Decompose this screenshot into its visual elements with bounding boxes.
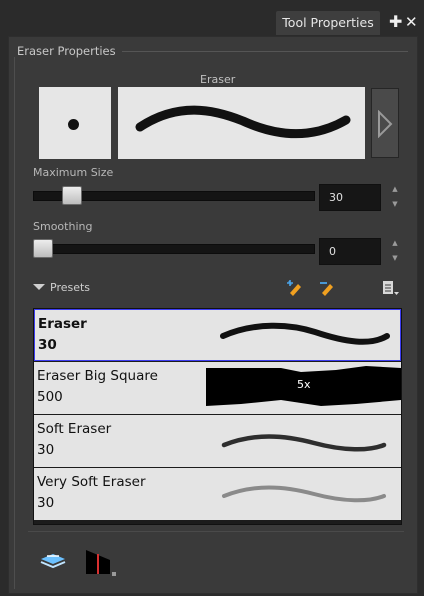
smoothing-slider[interactable] xyxy=(33,244,315,254)
smoothing-label: Smoothing xyxy=(33,220,93,233)
rename-preset-icon[interactable] xyxy=(318,279,338,300)
stroke-preview-curve xyxy=(135,105,351,139)
preset-soft-eraser[interactable]: Soft Eraser 30 xyxy=(34,415,401,467)
preset-very-soft-eraser[interactable]: Very Soft Eraser 30 xyxy=(34,468,401,520)
maximum-size-field[interactable]: 30 xyxy=(319,184,381,211)
tab-bar: Tool Properties ✚ ✕ xyxy=(0,0,424,38)
smoothing-increment[interactable]: ▲ xyxy=(390,239,400,248)
presets-label[interactable]: Presets xyxy=(50,281,90,294)
eraser-tip-title: Eraser xyxy=(200,73,236,86)
plus-icon[interactable]: ✚ xyxy=(389,14,402,30)
smoothing-decrement[interactable]: ▼ xyxy=(390,254,400,263)
maximum-size-decrement[interactable]: ▼ xyxy=(390,200,400,209)
preset-preview-scale: 5x xyxy=(297,378,311,391)
maximum-size-increment[interactable]: ▲ xyxy=(390,185,400,194)
preset-stroke-preview xyxy=(222,485,386,503)
preset-stroke-preview xyxy=(221,434,387,452)
preset-size: 500 xyxy=(37,389,63,405)
preset-eraser-big-square[interactable]: Eraser Big Square 500 5x xyxy=(34,362,401,414)
stencil-icon[interactable] xyxy=(84,548,118,581)
bottom-divider xyxy=(28,531,404,532)
smoothing-field[interactable]: 0 xyxy=(319,238,381,265)
preset-name: Eraser xyxy=(38,316,87,332)
preset-size: 30 xyxy=(38,337,57,353)
maximum-size-slider-handle[interactable] xyxy=(61,186,82,205)
brush-layers-icon[interactable] xyxy=(39,549,67,572)
new-preset-icon[interactable] xyxy=(286,279,306,300)
stroke-preview xyxy=(118,87,365,159)
group-divider xyxy=(122,51,408,52)
preset-menu-icon[interactable] xyxy=(382,280,400,299)
presets-collapse-icon[interactable] xyxy=(33,284,45,290)
smoothing-slider-handle[interactable] xyxy=(33,239,53,258)
tab-tool-properties[interactable]: Tool Properties xyxy=(276,11,380,35)
tip-preview xyxy=(39,87,111,159)
preset-size: 30 xyxy=(37,442,55,458)
arrow-right-icon[interactable] xyxy=(371,88,399,158)
close-icon[interactable]: ✕ xyxy=(405,14,418,30)
maximum-size-label: Maximum Size xyxy=(33,166,114,179)
tip-dot xyxy=(68,119,79,130)
preset-name: Eraser Big Square xyxy=(37,368,158,384)
preset-size: 30 xyxy=(37,495,55,511)
preset-name: Soft Eraser xyxy=(37,421,112,437)
presets-list[interactable]: Eraser 30 Eraser Big Square 500 5x Soft … xyxy=(33,308,402,525)
preset-eraser[interactable]: Eraser 30 xyxy=(34,309,401,361)
eraser-properties-label: Eraser Properties xyxy=(17,44,116,58)
preset-name: Very Soft Eraser xyxy=(37,474,146,490)
preset-stroke-preview xyxy=(220,322,390,345)
